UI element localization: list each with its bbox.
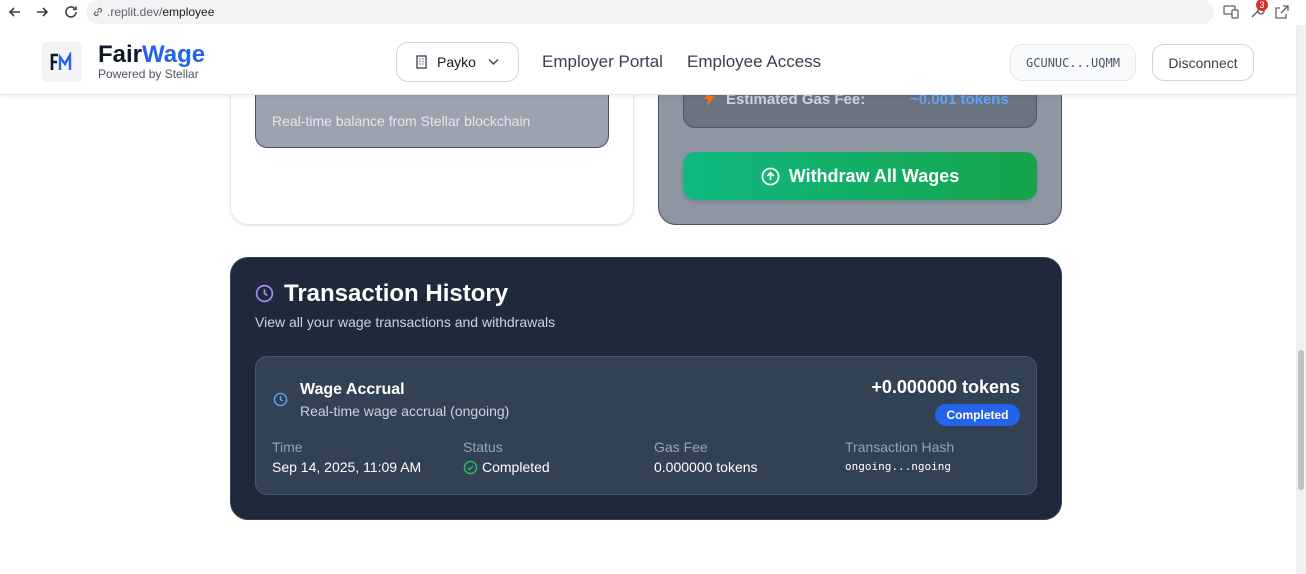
status-label: Status <box>463 439 503 455</box>
fairwage-logo[interactable] <box>42 42 82 82</box>
transaction-hash-value[interactable]: ongoing...ngoing <box>845 460 951 473</box>
transaction-history-title: Transaction History <box>284 280 509 307</box>
arrow-up-circle-icon <box>761 167 780 185</box>
clock-icon <box>255 284 274 308</box>
brand-name: FairWage <box>98 41 206 68</box>
status-value: Completed <box>482 459 550 475</box>
wallet-address[interactable]: GCUNUC...UQMM <box>1010 44 1136 81</box>
brand-tagline: Powered by Stellar <box>98 67 199 81</box>
nav-employee-access[interactable]: Employee Access <box>687 52 821 72</box>
cast-icon[interactable] <box>1222 3 1240 21</box>
transaction-description: Real-time wage accrual (ongoing) <box>300 403 510 419</box>
time-value: Sep 14, 2025, 11:09 AM <box>272 459 422 475</box>
transaction-hash-label: Transaction Hash <box>845 439 955 455</box>
organization-select-value: Payko <box>437 54 476 70</box>
transaction-history-subtitle: View all your wage transactions and with… <box>255 314 556 330</box>
transaction-title: Wage Accrual <box>300 381 405 398</box>
nav-employer-portal[interactable]: Employer Portal <box>542 52 663 72</box>
brand: FairWage Powered by Stellar <box>98 42 205 81</box>
scrollbar-track[interactable] <box>1296 25 1306 574</box>
open-external-icon[interactable] <box>1273 3 1291 21</box>
chevron-down-icon <box>488 59 499 65</box>
status-value-wrap: Completed <box>463 459 550 475</box>
browser-toolbar: .replit.dev/employee 3 <box>0 0 1306 25</box>
back-arrow-icon[interactable] <box>5 2 25 22</box>
gas-fee-value: 0.000000 tokens <box>654 459 758 475</box>
gas-fee-label: Gas Fee <box>654 439 708 455</box>
withdraw-button-label: Withdraw All Wages <box>788 165 960 186</box>
withdraw-all-button[interactable]: Withdraw All Wages <box>683 152 1037 200</box>
time-label: Time <box>272 439 303 455</box>
status-badge: Completed <box>935 404 1020 426</box>
url-host: .replit.dev/ <box>107 5 163 19</box>
disconnect-button[interactable]: Disconnect <box>1152 44 1254 81</box>
balance-note: Real-time balance from Stellar blockchai… <box>272 113 531 129</box>
url-path: employee <box>162 5 215 19</box>
address-bar[interactable]: .replit.dev/employee <box>86 0 1214 24</box>
transaction-amount: +0.000000 tokens <box>871 377 1020 397</box>
forward-arrow-icon[interactable] <box>32 2 52 22</box>
link-icon <box>93 7 103 17</box>
scrollbar-thumb[interactable] <box>1298 350 1304 490</box>
organization-select[interactable]: Payko <box>396 42 519 82</box>
extension-badge: 3 <box>1256 0 1268 11</box>
clock-icon <box>273 392 288 412</box>
reload-icon[interactable] <box>61 2 81 22</box>
check-circle-icon <box>463 460 478 475</box>
building-icon <box>416 55 427 69</box>
app-header: FairWage Powered by Stellar Payko Employ… <box>0 25 1296 95</box>
